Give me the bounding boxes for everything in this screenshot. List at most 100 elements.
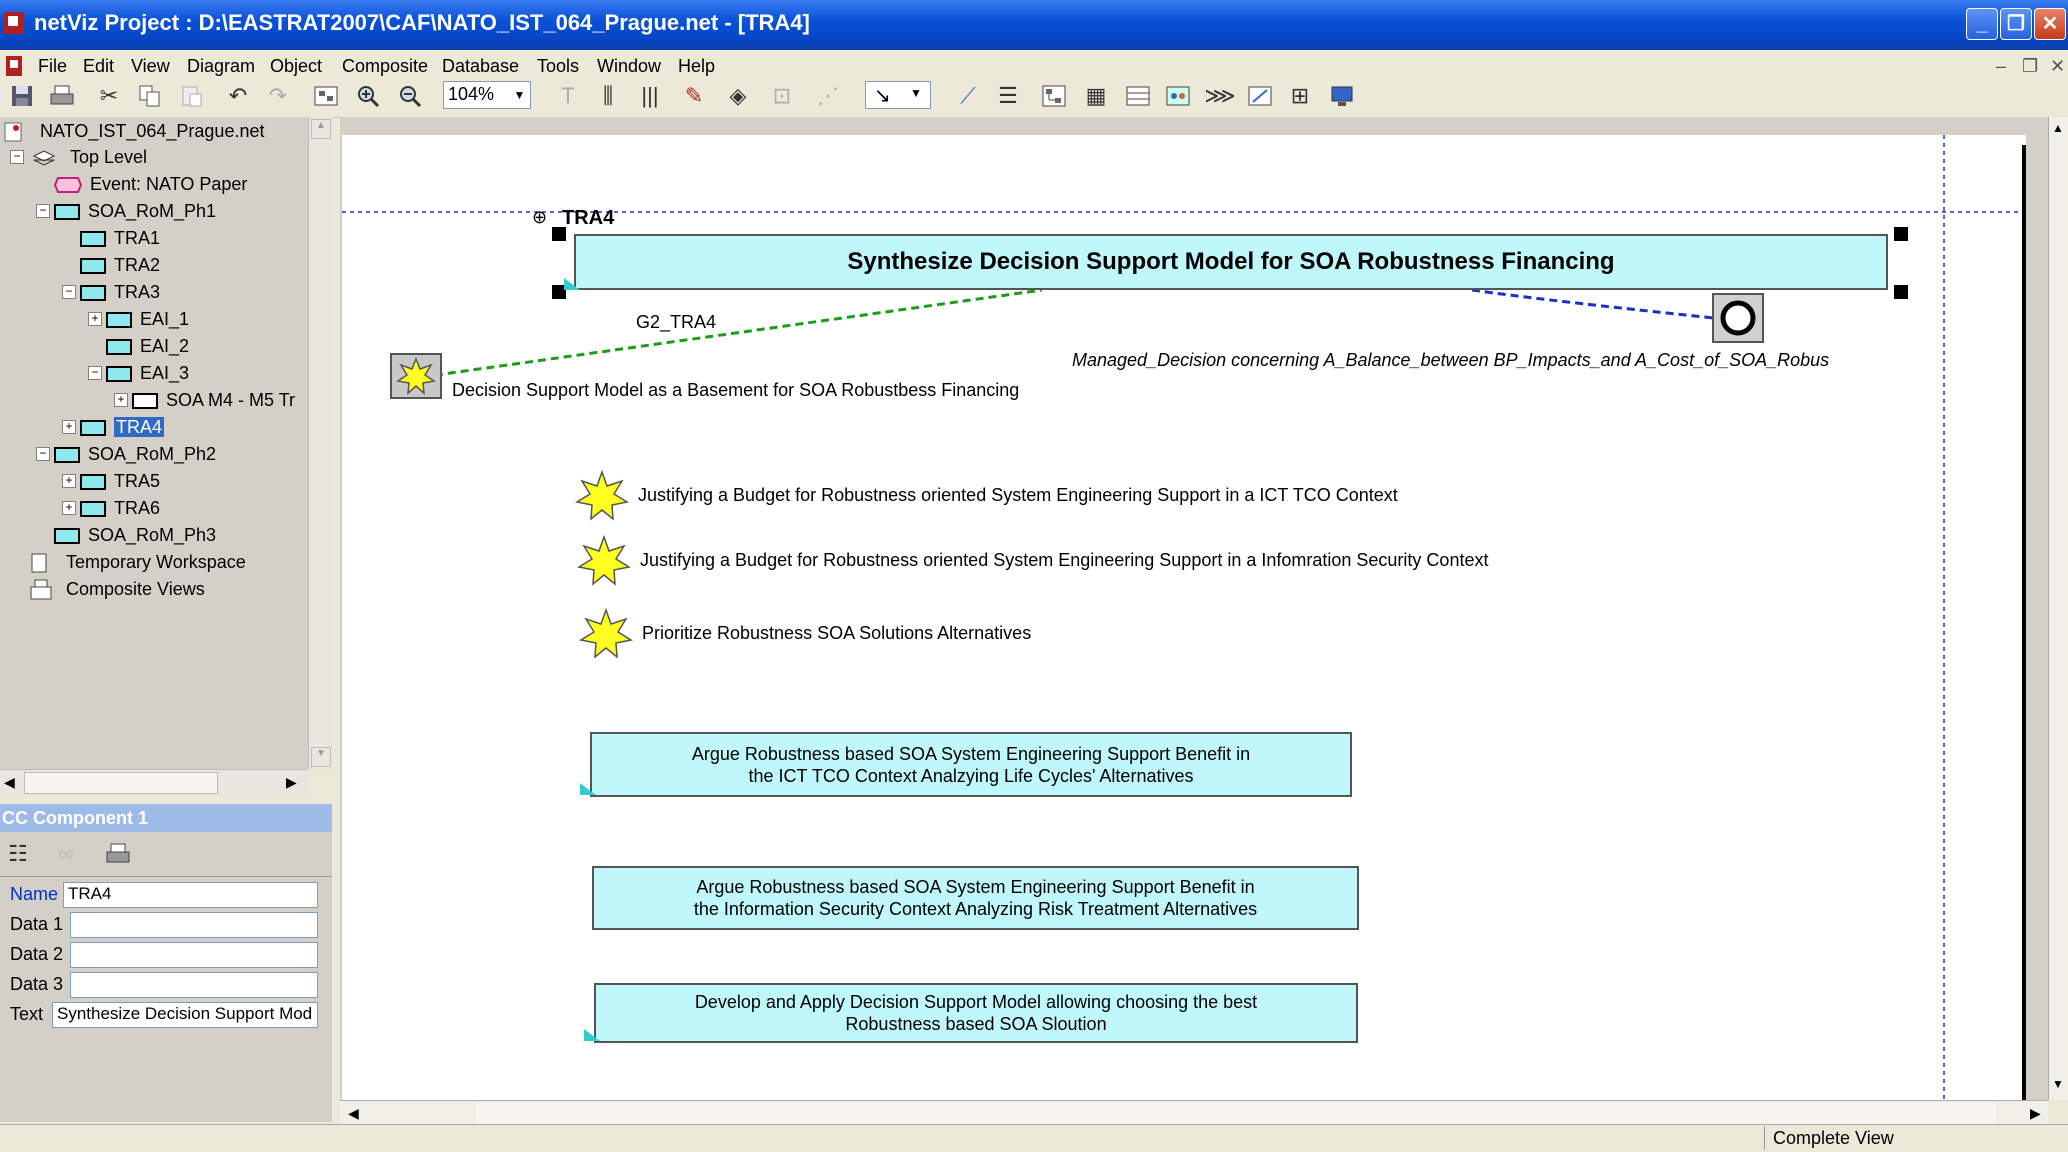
mdi-restore-button[interactable]: ❐ xyxy=(2022,56,2038,77)
main-process-box[interactable]: Synthesize Decision Support Model for SO… xyxy=(574,234,1888,290)
tree-item-eai1[interactable]: EAI_1 xyxy=(106,307,189,331)
scroll-up-icon[interactable]: ▲ xyxy=(311,119,331,139)
collapse-icon[interactable]: − xyxy=(36,204,50,218)
data2-field[interactable] xyxy=(70,942,318,968)
tree-item-eai3[interactable]: EAI_3 xyxy=(106,361,189,385)
tree-item-soa-m4-m5[interactable]: SOA M4 - M5 Tr xyxy=(132,388,295,412)
tree-item-tra4[interactable]: TRA4 xyxy=(80,415,165,439)
zoom-in-icon[interactable] xyxy=(354,82,382,110)
menu-file[interactable]: File xyxy=(38,56,67,77)
mdi-minimize-button[interactable]: – xyxy=(1996,56,2006,77)
decision-node[interactable] xyxy=(1712,293,1764,343)
text-tool-icon[interactable]: T xyxy=(554,82,582,110)
scroll-thumb[interactable] xyxy=(476,1103,1996,1123)
tree-item-tra5[interactable]: TRA5 xyxy=(80,469,160,493)
tree-item-soa-rom-ph3[interactable]: SOA_RoM_Ph3 xyxy=(54,523,216,547)
menu-view[interactable]: View xyxy=(131,56,170,77)
scroll-left-icon[interactable]: ◀ xyxy=(348,1105,359,1122)
star-node[interactable] xyxy=(574,469,630,527)
star-node[interactable] xyxy=(578,607,634,665)
fill-color-icon[interactable]: ◈ xyxy=(724,82,752,110)
process-box[interactable]: Develop and Apply Decision Support Model… xyxy=(594,983,1358,1043)
expand-icon[interactable]: + xyxy=(62,474,76,488)
expand-icon[interactable]: + xyxy=(88,312,102,326)
edit-view-icon[interactable] xyxy=(1246,82,1274,110)
scroll-thumb[interactable] xyxy=(2052,821,2066,941)
redo-icon[interactable]: ↷ xyxy=(264,82,292,110)
distribute-icon[interactable]: ||| xyxy=(636,82,664,110)
hierarchy-icon[interactable]: ☰ xyxy=(994,82,1022,110)
mdi-close-button[interactable]: ✕ xyxy=(2050,56,2065,77)
line-color-icon[interactable]: ✎ xyxy=(680,82,708,110)
menu-database[interactable]: Database xyxy=(442,56,519,77)
menu-composite[interactable]: Composite xyxy=(342,56,428,77)
menu-window[interactable]: Window xyxy=(597,56,661,77)
scroll-down-icon[interactable]: ▼ xyxy=(311,747,331,767)
name-field[interactable]: TRA4 xyxy=(63,882,318,908)
print-icon[interactable] xyxy=(48,82,76,110)
tree-layout-icon[interactable] xyxy=(1040,82,1068,110)
selection-handle[interactable] xyxy=(1894,285,1908,299)
expand-icon[interactable]: + xyxy=(114,393,128,407)
composite-icon[interactable]: ⊞ xyxy=(1286,82,1314,110)
app-icon[interactable] xyxy=(4,10,28,36)
align-icon[interactable]: ⫼ xyxy=(594,82,622,110)
pointer-tool-select[interactable]: ↘ ▼ xyxy=(865,81,931,109)
cut-icon[interactable]: ✂ xyxy=(95,82,123,110)
grid-layout-icon[interactable]: ▦ xyxy=(1082,82,1110,110)
data3-field[interactable] xyxy=(70,972,318,998)
text-field[interactable]: Synthesize Decision Support Mod xyxy=(52,1002,318,1028)
expand-icon[interactable]: + xyxy=(62,420,76,434)
tree-item-tra2[interactable]: TRA2 xyxy=(80,253,160,277)
tree-item-top-level[interactable]: Top Level xyxy=(30,145,147,169)
tree-item-tra1[interactable]: TRA1 xyxy=(80,226,160,250)
connect-icon[interactable]: ⋰ xyxy=(814,82,842,110)
document-icon[interactable] xyxy=(4,54,26,78)
canvas-vertical-scrollbar[interactable]: ▲ ▼ xyxy=(2048,117,2068,1100)
menu-diagram[interactable]: Diagram xyxy=(187,56,255,77)
fit-view-icon[interactable] xyxy=(312,82,340,110)
canvas-horizontal-scrollbar[interactable]: ◀ ▶ xyxy=(340,1100,2048,1125)
collapse-icon[interactable]: − xyxy=(62,285,76,299)
selection-handle[interactable] xyxy=(1894,227,1908,241)
menu-edit[interactable]: Edit xyxy=(83,56,114,77)
collapse-icon[interactable]: − xyxy=(10,150,24,164)
diagram-canvas[interactable]: ⊕ TRA4 Synthesize Decision Support Model… xyxy=(342,135,2026,1100)
tree-horizontal-scrollbar[interactable]: ◀ ▶ xyxy=(0,769,308,796)
scroll-right-icon[interactable]: ▶ xyxy=(286,774,297,791)
binoculars-icon[interactable]: ∞ xyxy=(52,840,80,868)
tree-vertical-scrollbar[interactable]: ▲ ▼ xyxy=(308,117,333,769)
link-tool-icon[interactable]: ⟋ xyxy=(954,82,982,110)
tree-item-tra6[interactable]: TRA6 xyxy=(80,496,160,520)
monitor-icon[interactable] xyxy=(1328,82,1356,110)
process-box[interactable]: Argue Robustness based SOA System Engine… xyxy=(592,866,1359,930)
minimize-button[interactable]: _ xyxy=(1966,8,1998,40)
flow-icon[interactable]: ⋙ xyxy=(1204,82,1235,110)
save-icon[interactable] xyxy=(8,82,36,110)
scroll-down-icon[interactable]: ▼ xyxy=(2052,1077,2064,1091)
close-button[interactable]: ✕ xyxy=(2034,8,2066,40)
menu-help[interactable]: Help xyxy=(678,56,715,77)
collapse-icon[interactable]: − xyxy=(88,366,102,380)
data1-field[interactable] xyxy=(70,912,318,938)
menu-tools[interactable]: Tools xyxy=(537,56,579,77)
collapse-icon[interactable]: − xyxy=(36,447,50,461)
paste-icon[interactable] xyxy=(178,82,206,110)
layout-icon[interactable]: ⊡ xyxy=(768,82,796,110)
process-box[interactable]: Argue Robustness based SOA System Engine… xyxy=(590,732,1352,797)
selection-handle[interactable] xyxy=(552,227,566,241)
undo-icon[interactable]: ↶ xyxy=(224,82,252,110)
copy-icon[interactable] xyxy=(136,82,164,110)
menu-object[interactable]: Object xyxy=(270,56,322,77)
tree-item-event[interactable]: Event: NATO Paper xyxy=(53,172,247,196)
list-view-icon[interactable]: ☷ xyxy=(4,840,32,868)
tree-item-eai2[interactable]: EAI_2 xyxy=(106,334,189,358)
tree-item-tra3[interactable]: TRA3 xyxy=(80,280,160,304)
table-view-icon[interactable] xyxy=(1124,82,1152,110)
tree-item-composite-views[interactable]: Composite Views xyxy=(30,577,205,601)
chevron-down-icon[interactable]: ▼ xyxy=(509,82,530,108)
scroll-up-icon[interactable]: ▲ xyxy=(2052,121,2064,135)
zoom-out-icon[interactable] xyxy=(396,82,424,110)
tree-item-soa-rom-ph2[interactable]: SOA_RoM_Ph2 xyxy=(54,442,216,466)
star-node[interactable] xyxy=(576,534,632,592)
